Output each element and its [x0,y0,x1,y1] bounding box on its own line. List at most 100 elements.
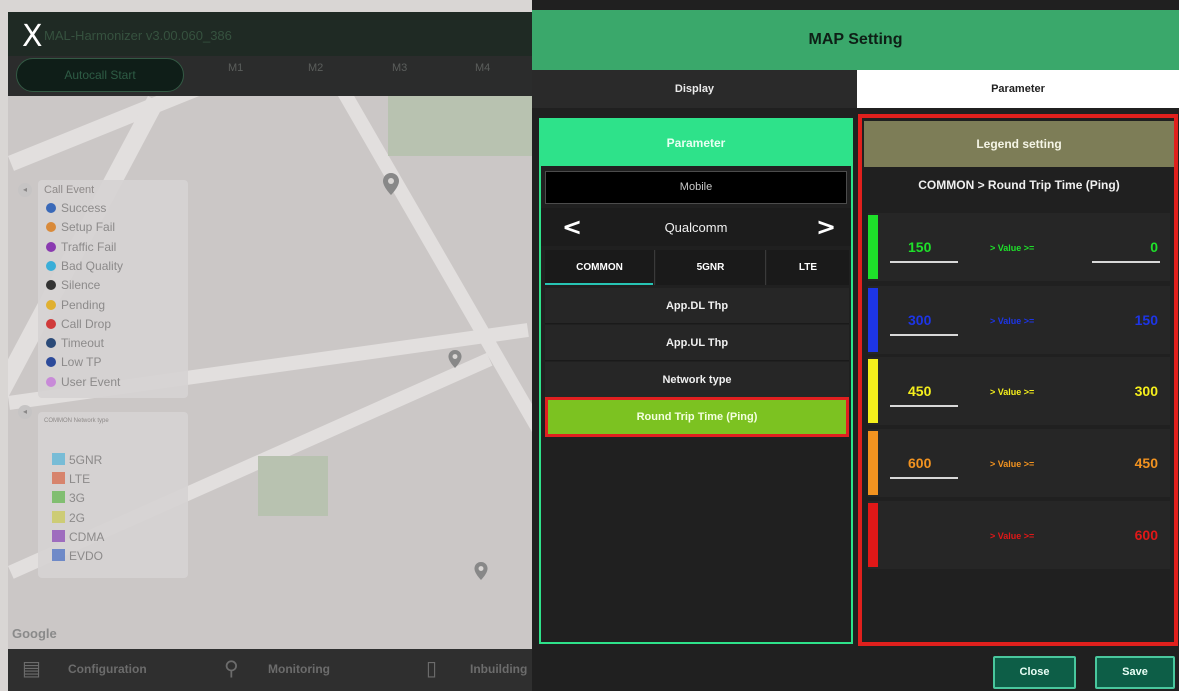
legend-max-input-underline [890,261,958,263]
legend-condition-label: > Value >= [990,243,1035,253]
collapse-call-event-button[interactable]: ◂ [18,183,32,197]
legend-min-input-underline [1092,261,1160,263]
legend-color-swatch[interactable] [868,215,878,279]
tab-display[interactable]: Display [532,70,857,108]
app-root: Google X MAL-Harmonizer v3.00.060_386 Au… [0,0,1179,691]
tab-m4[interactable]: M4 [475,62,490,74]
legend-dot-icon [46,318,56,329]
parameter-panel-title: Parameter [541,120,851,166]
call-event-label: Bad Quality [61,258,124,273]
search-icon: ⚲ [224,656,239,680]
legend-min-value: 600 [1134,527,1158,543]
call-event-label: Traffic Fail [61,239,117,254]
map-pin-icon [472,560,490,582]
legend-condition-label: > Value >= [990,316,1035,326]
network-type-label: LTE [69,472,91,487]
legend-color-swatch[interactable] [868,503,878,567]
network-legend-item: LTE [52,472,90,486]
tab-m3[interactable]: M3 [392,62,407,74]
save-button[interactable]: Save [1095,656,1175,689]
legend-dot-icon [46,260,56,271]
collapse-network-button[interactable]: ◂ [18,405,32,419]
legend-min-value: 150 [1134,312,1158,328]
legend-min-value: 300 [1134,383,1158,399]
network-legend-title: COMMON Network type [44,418,109,424]
param-item-app-dl-thp[interactable]: App.DL Thp [545,288,849,324]
legend-color-swatch[interactable] [868,431,878,495]
network-legend-item: EVDO [52,549,103,563]
legend-condition-label: > Value >= [990,531,1035,541]
legend-max-value[interactable]: 300 [908,312,931,328]
legend-swatch-icon [52,472,65,485]
network-type-label: CDMA [69,529,105,544]
legend-dot-icon [46,241,56,252]
legend-swatch-icon [52,453,65,465]
legend-setting-title: Legend setting [864,121,1174,167]
legend-swatch-icon [52,510,65,523]
legend-condition-label: > Value >= [990,387,1035,397]
legend-max-input-underline [890,477,958,479]
legend-swatch-icon [52,491,65,504]
legend-max-value[interactable]: 600 [908,455,931,471]
legend-max-input-underline [890,405,958,407]
legend-max-value[interactable]: 150 [908,239,931,255]
legend-dot-icon [46,376,56,387]
subtab-lte[interactable]: LTE [767,250,849,285]
building-icon: ▯ [426,656,438,680]
nav-configuration[interactable]: Configuration [68,662,147,676]
call-event-legend-item: Call Drop [46,317,111,331]
network-legend-item: CDMA [52,529,105,544]
close-button[interactable]: Close [993,656,1076,689]
legend-dot-icon [46,222,56,233]
call-event-label: Success [61,201,107,215]
param-item-round-trip-time-selected[interactable]: Round Trip Time (Ping) [545,397,849,437]
call-event-legend-item: Traffic Fail [46,240,116,254]
network-legend-item: 3G [52,491,85,505]
legend-color-swatch[interactable] [868,359,878,423]
chevron-right-icon[interactable]: > [816,213,836,241]
close-icon[interactable]: X [22,22,43,52]
tab-m1[interactable]: M1 [228,62,243,74]
call-event-legend-item: Setup Fail [46,220,115,234]
call-event-legend-item: User Event [46,375,120,389]
call-event-legend-item: Low TP [46,355,101,369]
call-event-label: Silence [61,278,101,293]
network-type-label: 3G [69,491,86,506]
legend-condition-label: > Value >= [990,459,1035,469]
legend-min-value[interactable]: 0 [1098,239,1158,255]
call-event-label: Low TP [61,355,102,370]
map-pin-icon [446,348,464,370]
call-event-label: Call Drop [61,316,112,331]
legend-dot-icon [46,299,56,310]
legend-color-swatch[interactable] [868,288,878,352]
call-event-label: Timeout [61,336,104,351]
nav-inbuilding[interactable]: Inbuilding [470,662,527,676]
autocall-start-button[interactable]: Autocall Start [16,58,184,92]
call-event-legend-title: Call Event [44,184,95,196]
network-type-label: 2G [69,510,86,525]
tab-parameter[interactable]: Parameter [857,70,1179,108]
legend-setting-subtitle: COMMON > Round Trip Time (Ping) [918,178,1120,192]
param-item-network-type[interactable]: Network type [545,362,849,398]
call-event-legend-item: Bad Quality [46,259,123,273]
subtab-common[interactable]: COMMON [545,250,655,285]
network-legend-item: 2G [52,510,86,525]
call-event-legend-item: Pending [46,298,105,312]
active-subtab-indicator [545,283,653,285]
legend-swatch-icon [52,529,65,542]
legend-max-value[interactable]: 450 [908,383,931,399]
nav-monitoring[interactable]: Monitoring [268,662,330,676]
clipboard-icon: ▤ [22,656,41,680]
call-event-label: User Event [61,374,121,389]
call-event-legend-item: Silence [46,278,100,292]
chipset-name: Qualcomm [664,220,728,235]
legend-dot-icon [46,357,56,368]
subtab-5gnr[interactable]: 5GNR [656,250,766,285]
call-event-legend-item: Timeout [46,336,104,350]
network-legend-item: 5GNR [52,453,102,467]
mobile-select-button[interactable]: Mobile [545,171,847,204]
app-window-title: MAL-Harmonizer v3.00.060_386 [44,28,232,43]
legend-dot-icon [46,203,56,213]
tab-m2[interactable]: M2 [308,62,323,74]
param-item-app-ul-thp[interactable]: App.UL Thp [545,325,849,361]
